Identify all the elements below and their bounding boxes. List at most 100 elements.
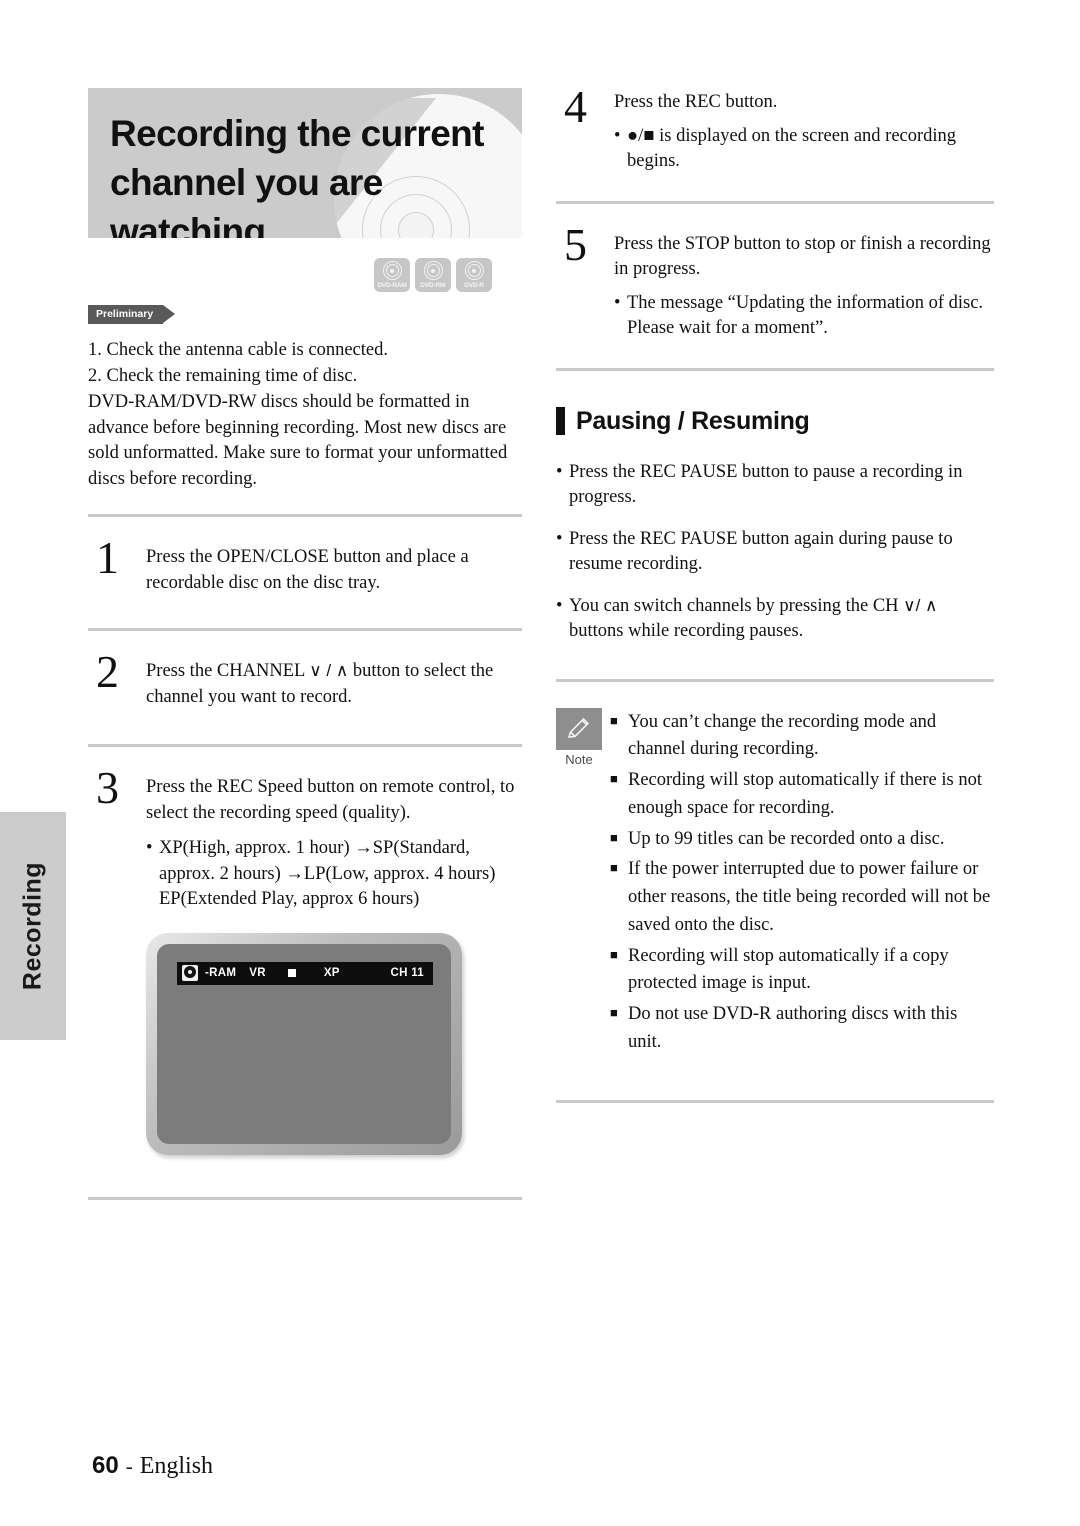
note-item: ■ If the power interrupted due to power … — [610, 856, 994, 939]
intro-text: 1. Check the antenna cable is connected.… — [88, 338, 522, 492]
step-text: Press the REC Speed button on remote con… — [146, 777, 515, 823]
step-3: 3 Press the REC Speed button on remote c… — [88, 747, 522, 913]
bullet-text-before: You can switch channels by pressing the … — [569, 595, 904, 616]
disc-compatibility-badges: DVD-RAM DVD-RW DVD-R — [88, 238, 522, 292]
tv-screen-figure: -RAM VR XP CH 11 — [88, 932, 522, 1155]
bullet-dot-icon: • — [556, 595, 563, 616]
intro-line-2: 2. Check the remaining time of disc. — [88, 365, 358, 386]
note-item: ■ You can’t change the recording mode an… — [610, 709, 994, 765]
disc-icon — [423, 261, 443, 280]
step-4: 4 Press the REC button. • ●/■ is display… — [556, 81, 994, 175]
page-number: 60 — [92, 1452, 119, 1479]
note-text: You can’t change the recording mode and … — [628, 711, 937, 760]
section-title: Pausing / Resuming — [576, 406, 810, 435]
page-title-line-1: Recording the current — [110, 113, 485, 154]
note-item: ■ Do not use DVD-R authoring discs with … — [610, 1001, 994, 1057]
bullet-text: Press the REC PAUSE button again during … — [569, 528, 953, 575]
bullet-dot-icon: • — [556, 461, 563, 482]
note-item: ■ Up to 99 titles can be recorded onto a… — [610, 826, 994, 854]
page-title-line-2: channel you are watching — [110, 161, 383, 238]
step-text: Press the STOP button to stop or finish … — [614, 233, 991, 280]
bullet-text: ●/■ is displayed on the screen and recor… — [627, 125, 957, 172]
page-header-banner: Recording the current channel you are wa… — [88, 88, 522, 238]
note-text: Up to 99 titles can be recorded onto a d… — [628, 828, 945, 849]
footer-separator: - — [125, 1454, 133, 1478]
note-item: ■ Recording will stop automatically if t… — [610, 767, 994, 823]
separator — [556, 678, 994, 682]
step-1: 1 Press the OPEN/CLOSE button and place … — [88, 517, 522, 596]
osd-format: VR — [249, 967, 266, 980]
side-tab-recording: Recording — [0, 812, 66, 1040]
note-badge: Note — [556, 707, 602, 1060]
tv-bezel: -RAM VR XP CH 11 — [146, 932, 462, 1155]
disc-badge-label: DVD-R — [464, 282, 484, 289]
separator — [556, 367, 994, 371]
bullet-dot-icon: • — [614, 125, 621, 146]
step-bullet-list: • XP(High, approx. 1 hour) →SP(Standard,… — [146, 836, 522, 913]
square-bullet-icon: ■ — [610, 860, 618, 876]
step-bullet-list: • ●/■ is displayed on the screen and rec… — [614, 124, 994, 175]
note-block: Note ■ You can’t change the recording mo… — [556, 707, 994, 1060]
osd-status-bar: -RAM VR XP CH 11 — [177, 961, 433, 985]
tv-screen: -RAM VR XP CH 11 — [157, 943, 451, 1144]
bullet-item: • ●/■ is displayed on the screen and rec… — [614, 124, 994, 175]
bullet-item: • The message “Updating the information … — [614, 291, 994, 342]
bullet-dot-icon: • — [146, 838, 153, 859]
intro-line-1: 1. Check the antenna cable is connected. — [88, 340, 388, 360]
bullet-text-after: buttons while recording pauses. — [569, 621, 804, 642]
note-item: ■ Recording will stop automatically if a… — [610, 943, 994, 999]
manual-page: Recording Recording the current channel … — [0, 0, 1080, 1526]
disc-badge-label: DVD-RW — [420, 282, 446, 289]
note-item-list: ■ You can’t change the recording mode an… — [610, 708, 994, 1060]
bullet-item: • Press the REC PAUSE button again durin… — [556, 527, 994, 578]
page-title: Recording the current channel you are wa… — [88, 88, 522, 238]
bullet-item: • Press the REC PAUSE button to pause a … — [556, 460, 994, 511]
bullet-text: XP(High, approx. 1 hour) →SP(Standard, a… — [159, 838, 496, 910]
separator — [88, 1196, 522, 1200]
step-bullet-list: • The message “Updating the information … — [614, 291, 994, 342]
step-text-before: Press the CHANNEL — [146, 661, 310, 682]
bullet-dot-icon: • — [556, 528, 563, 549]
note-text: If the power interrupted due to power fa… — [628, 859, 991, 935]
preliminary-flag: Preliminary — [88, 305, 176, 324]
osd-disc-type: -RAM — [205, 967, 237, 980]
bullet-item: • XP(High, approx. 1 hour) →SP(Standard,… — [146, 836, 522, 913]
intro-paragraph: DVD-RAM/DVD-RW discs should be formatted… — [88, 392, 508, 489]
osd-rec-speed: XP — [323, 967, 340, 980]
section-pausing-resuming: Pausing / Resuming — [556, 407, 994, 436]
preliminary-flag-wrap: Preliminary — [88, 304, 522, 326]
disc-icon — [464, 261, 484, 280]
side-tab-label: Recording — [18, 861, 47, 991]
step-5: 5 Press the STOP button to stop or finis… — [556, 204, 994, 342]
bullet-dot-icon: • — [614, 292, 621, 313]
step-text: Press the CHANNEL ∨ / ∧ button to select… — [146, 659, 522, 710]
square-bullet-icon: ■ — [610, 1005, 618, 1021]
square-bullet-icon: ■ — [610, 771, 618, 787]
note-text: Recording will stop automatically if the… — [628, 770, 982, 818]
channel-arrows-icon: ∨ / ∧ — [309, 661, 349, 681]
bullet-text: The message “Updating the information of… — [627, 292, 984, 339]
right-column: 4 Press the REC button. • ●/■ is display… — [556, 81, 994, 1103]
osd-channel: CH 11 — [390, 967, 424, 980]
step-text: Press the REC button. — [614, 92, 778, 112]
separator — [556, 1099, 994, 1103]
step-number: 2 — [96, 646, 119, 698]
step-number: 4 — [564, 81, 587, 132]
pencil-note-icon — [556, 707, 602, 750]
disc-badge-dvd-rw: DVD-RW — [415, 258, 451, 292]
step-number: 3 — [96, 762, 119, 814]
left-column: Recording the current channel you are wa… — [88, 88, 522, 1200]
note-text: Recording will stop automatically if a c… — [628, 945, 949, 994]
note-label: Note — [565, 751, 593, 767]
step-number: 1 — [96, 532, 119, 584]
channel-arrows-icon: ∨/ ∧ — [903, 595, 938, 615]
step-2: 2 Press the CHANNEL ∨ / ∧ button to sele… — [88, 631, 522, 710]
disc-badge-dvd-r: DVD-R — [456, 258, 492, 292]
bullet-item: • You can switch channels by pressing th… — [556, 594, 994, 645]
disc-badge-dvd-ram: DVD-RAM — [374, 258, 410, 292]
square-bullet-icon: ■ — [610, 946, 618, 962]
disc-icon — [382, 261, 402, 280]
note-text: Do not use DVD-R authoring discs with th… — [628, 1004, 958, 1052]
section-marker-icon — [556, 407, 565, 436]
footer-language: English — [139, 1453, 214, 1479]
